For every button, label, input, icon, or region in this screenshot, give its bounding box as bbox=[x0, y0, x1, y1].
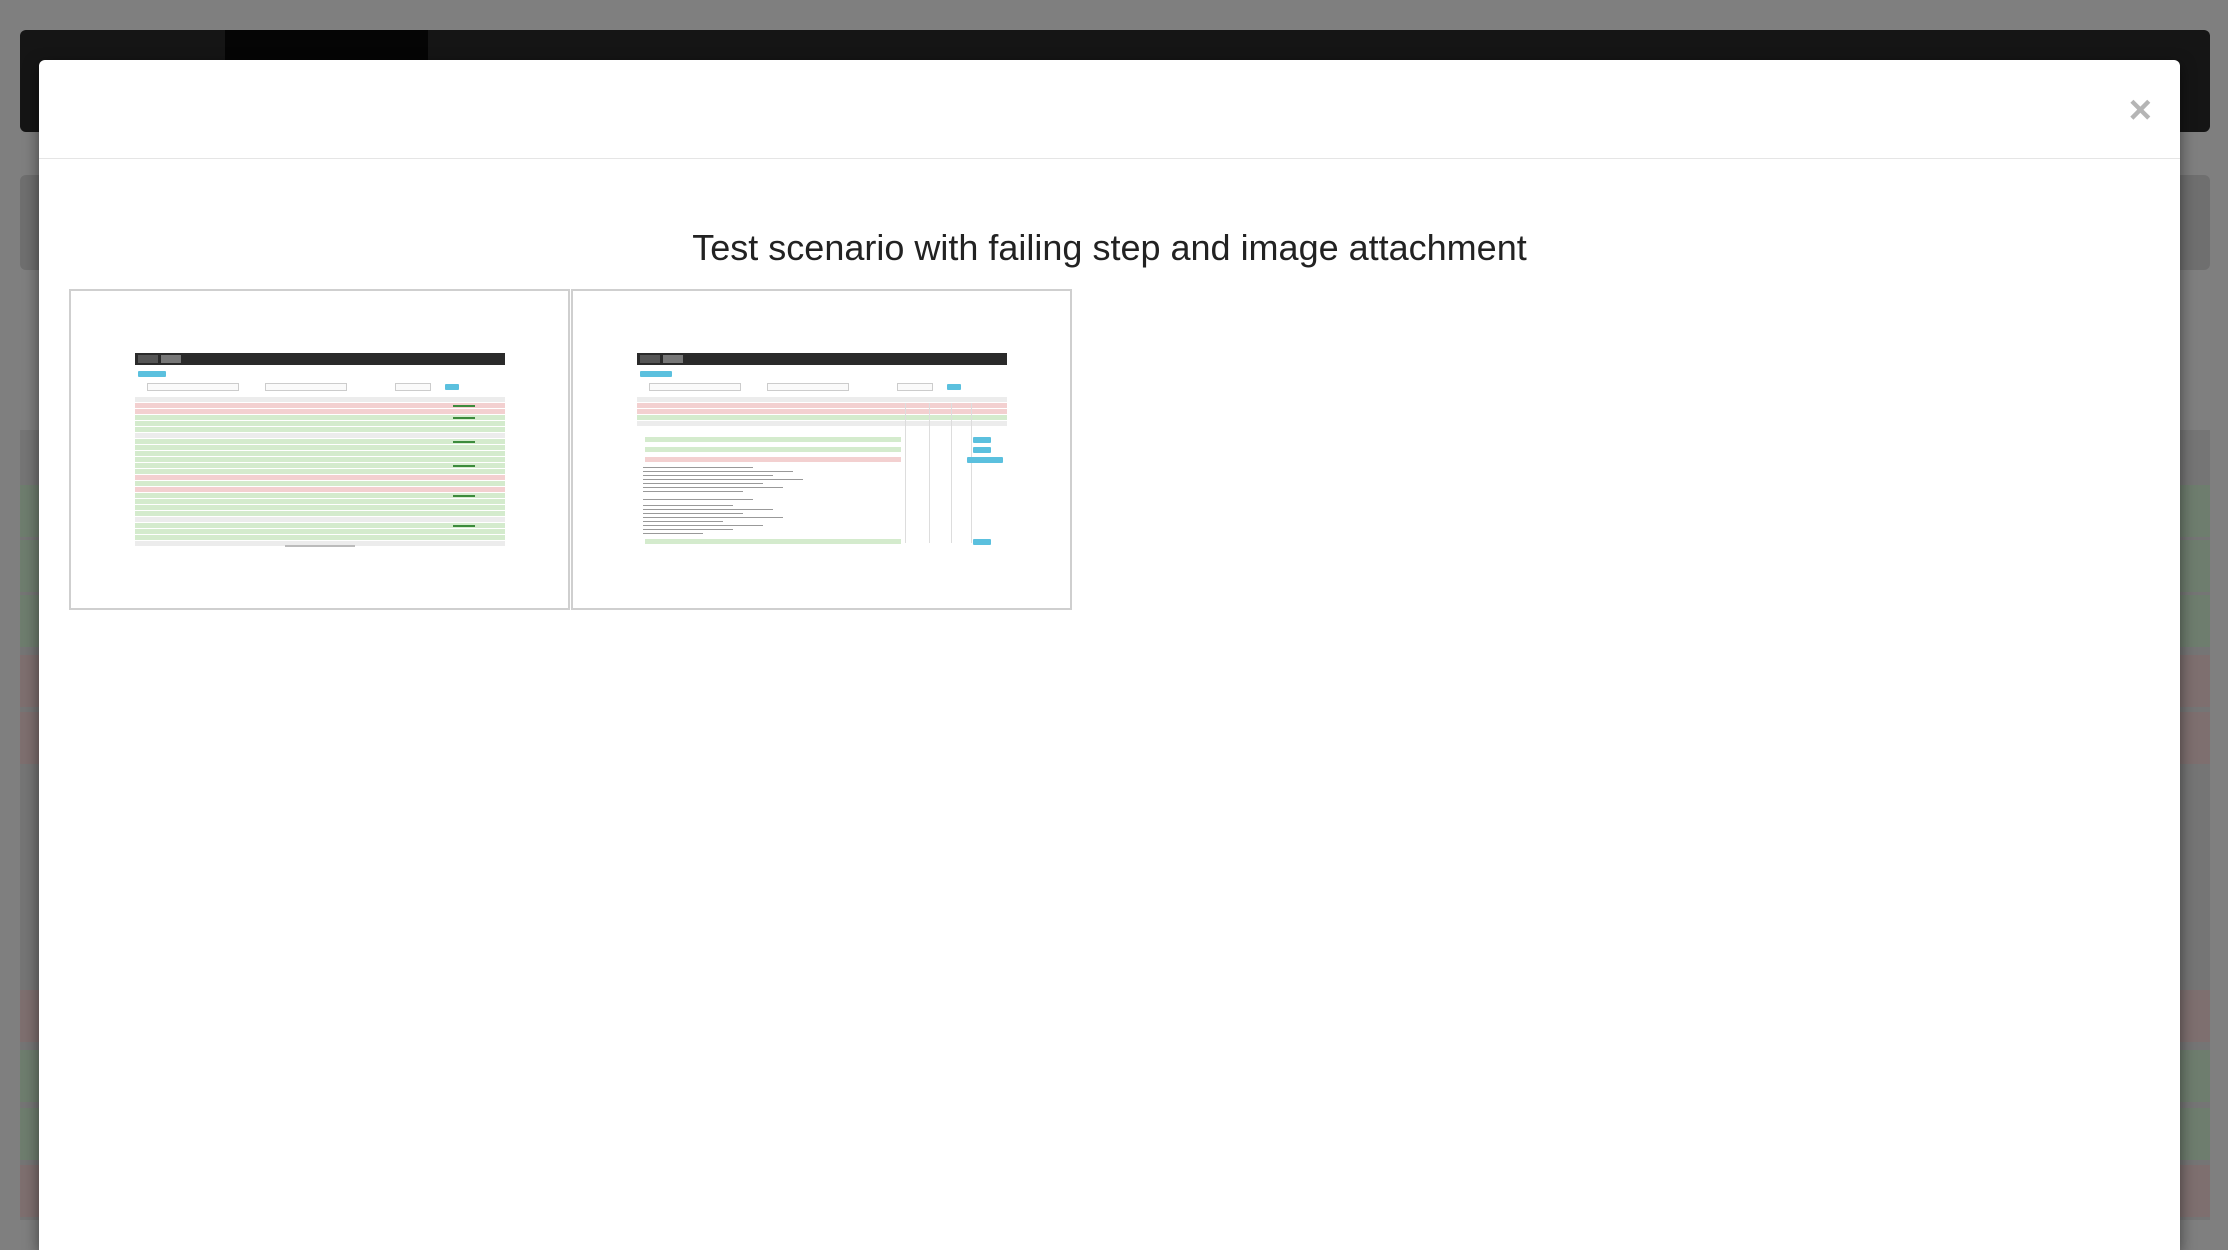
attachment-thumbnail-2[interactable] bbox=[571, 289, 1072, 610]
close-button[interactable]: × bbox=[2129, 90, 2152, 130]
attachment-gallery bbox=[69, 289, 1072, 610]
scenario-title: Test scenario with failing step and imag… bbox=[692, 227, 1527, 268]
report-summary-screenshot bbox=[135, 353, 505, 549]
attachment-thumbnail-1[interactable] bbox=[69, 289, 570, 610]
attachment-modal: × Test scenario with failing step and im… bbox=[39, 60, 2180, 1250]
modal-header: × bbox=[39, 60, 2180, 159]
report-detail-screenshot bbox=[637, 353, 1007, 549]
